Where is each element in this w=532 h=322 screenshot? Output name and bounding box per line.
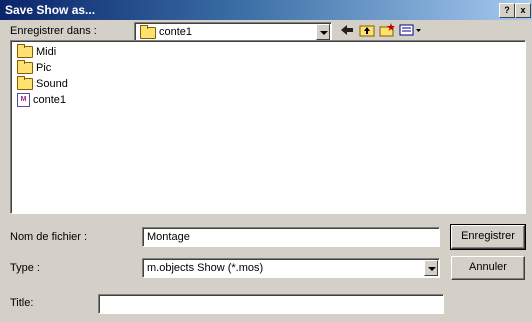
list-item[interactable]: Sound: [17, 76, 68, 91]
type-label: Type :: [10, 262, 40, 274]
title-field[interactable]: [98, 294, 444, 314]
window-title: Save Show as...: [5, 3, 96, 17]
save-button[interactable]: Enregistrer: [450, 224, 526, 250]
chevron-down-icon[interactable]: [316, 24, 330, 40]
type-value: m.objects Show (*.mos): [147, 262, 264, 274]
filename-label: Nom de fichier :: [10, 231, 88, 243]
filename-value: Montage: [147, 231, 190, 243]
folder-icon: [17, 60, 33, 74]
back-arrow-icon[interactable]: [338, 22, 356, 38]
folder-icon: [17, 76, 33, 90]
file-list[interactable]: Midi Pic Sound M conte1: [10, 40, 526, 214]
title-label: Title:: [10, 297, 34, 309]
filename-field[interactable]: Montage: [142, 227, 440, 247]
list-item[interactable]: Pic: [17, 60, 51, 75]
help-button[interactable]: ?: [499, 3, 515, 18]
up-folder-icon[interactable]: [358, 22, 376, 38]
show-file-icon: M: [17, 93, 30, 107]
new-folder-icon[interactable]: [378, 22, 396, 38]
list-item[interactable]: M conte1: [17, 93, 66, 107]
title-bar: Save Show as... ? x: [0, 0, 532, 20]
folder-icon: [140, 25, 156, 39]
save-in-label: Enregistrer dans :: [10, 25, 97, 37]
cancel-button[interactable]: Annuler: [451, 256, 525, 280]
list-item[interactable]: Midi: [17, 44, 56, 59]
chevron-down-icon[interactable]: [424, 260, 438, 276]
view-menu-icon[interactable]: [398, 22, 424, 38]
save-in-value: conte1: [159, 26, 193, 38]
folder-icon: [17, 44, 33, 58]
save-in-combo[interactable]: conte1: [134, 22, 332, 42]
close-button[interactable]: x: [515, 3, 531, 18]
type-combo[interactable]: m.objects Show (*.mos): [142, 258, 440, 278]
